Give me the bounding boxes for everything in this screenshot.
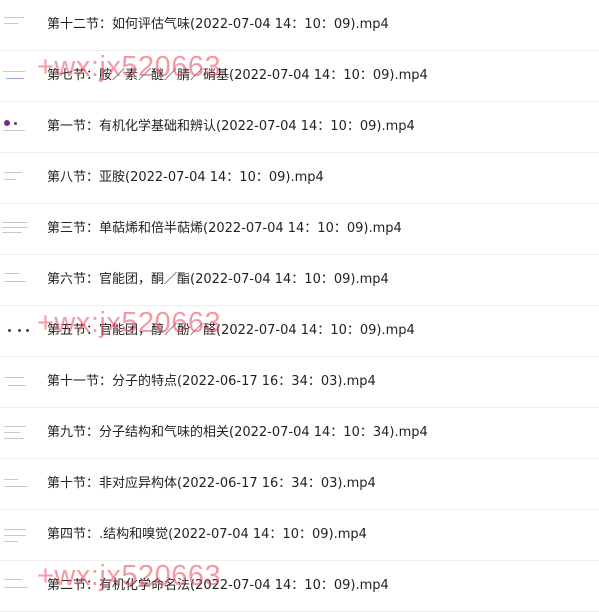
file-row[interactable]: 第十一节：分子的特点(2022-06-17 16：34：03).mp4 bbox=[0, 357, 599, 408]
video-thumbnail bbox=[0, 161, 34, 195]
video-thumbnail bbox=[0, 416, 34, 450]
file-name: 第九节：分子结构和气味的相关(2022-07-04 14：10：34).mp4 bbox=[47, 425, 428, 440]
video-thumbnail bbox=[0, 518, 34, 552]
file-row[interactable]: 第九节：分子结构和气味的相关(2022-07-04 14：10：34).mp4 bbox=[0, 408, 599, 459]
video-thumbnail bbox=[0, 110, 34, 144]
video-thumbnail bbox=[0, 212, 34, 246]
file-row[interactable]: 第六节：官能团，酮／酯(2022-07-04 14：10：09).mp4 bbox=[0, 255, 599, 306]
file-name: 第三节：单萜烯和倍半萜烯(2022-07-04 14：10：09).mp4 bbox=[47, 221, 402, 236]
file-row[interactable]: 第二节：有机化学命名法(2022-07-04 14：10：09).mp4 bbox=[0, 561, 599, 612]
file-row[interactable]: 第四节：.结构和嗅觉(2022-07-04 14：10：09).mp4 bbox=[0, 510, 599, 561]
video-thumbnail bbox=[0, 569, 34, 603]
file-name: 第一节：有机化学基础和辨认(2022-07-04 14：10：09).mp4 bbox=[47, 119, 415, 134]
file-name: 第四节：.结构和嗅觉(2022-07-04 14：10：09).mp4 bbox=[47, 527, 367, 542]
file-name: 第十一节：分子的特点(2022-06-17 16：34：03).mp4 bbox=[47, 374, 376, 389]
file-name: 第七节：胺／素／醚／腈／硝基(2022-07-04 14：10：09).mp4 bbox=[47, 68, 428, 83]
file-name: 第二节：有机化学命名法(2022-07-04 14：10：09).mp4 bbox=[47, 578, 389, 593]
video-thumbnail bbox=[0, 314, 34, 348]
file-row[interactable]: 第三节：单萜烯和倍半萜烯(2022-07-04 14：10：09).mp4 bbox=[0, 204, 599, 255]
file-row[interactable]: 第十节：非对应异构体(2022-06-17 16：34：03).mp4 bbox=[0, 459, 599, 510]
video-thumbnail bbox=[0, 59, 34, 93]
file-row[interactable]: 第一节：有机化学基础和辨认(2022-07-04 14：10：09).mp4 bbox=[0, 102, 599, 153]
file-name: 第五节：官能团，醇／酚／醛(2022-07-04 14：10：09).mp4 bbox=[47, 323, 415, 338]
file-row[interactable]: 第五节：官能团，醇／酚／醛(2022-07-04 14：10：09).mp4 bbox=[0, 306, 599, 357]
file-row[interactable]: 第十二节：如何评估气味(2022-07-04 14：10：09).mp4 bbox=[0, 0, 599, 51]
file-name: 第八节：亚胺(2022-07-04 14：10：09).mp4 bbox=[47, 170, 324, 185]
file-name: 第六节：官能团，酮／酯(2022-07-04 14：10：09).mp4 bbox=[47, 272, 389, 287]
video-thumbnail bbox=[0, 365, 34, 399]
file-name: 第十节：非对应异构体(2022-06-17 16：34：03).mp4 bbox=[47, 476, 376, 491]
file-row[interactable]: 第七节：胺／素／醚／腈／硝基(2022-07-04 14：10：09).mp4 bbox=[0, 51, 599, 102]
video-thumbnail bbox=[0, 263, 34, 297]
file-row[interactable]: 第八节：亚胺(2022-07-04 14：10：09).mp4 bbox=[0, 153, 599, 204]
video-thumbnail bbox=[0, 467, 34, 501]
file-list: 第十二节：如何评估气味(2022-07-04 14：10：09).mp4 第七节… bbox=[0, 0, 599, 612]
video-thumbnail bbox=[0, 8, 34, 42]
file-name: 第十二节：如何评估气味(2022-07-04 14：10：09).mp4 bbox=[47, 17, 389, 32]
